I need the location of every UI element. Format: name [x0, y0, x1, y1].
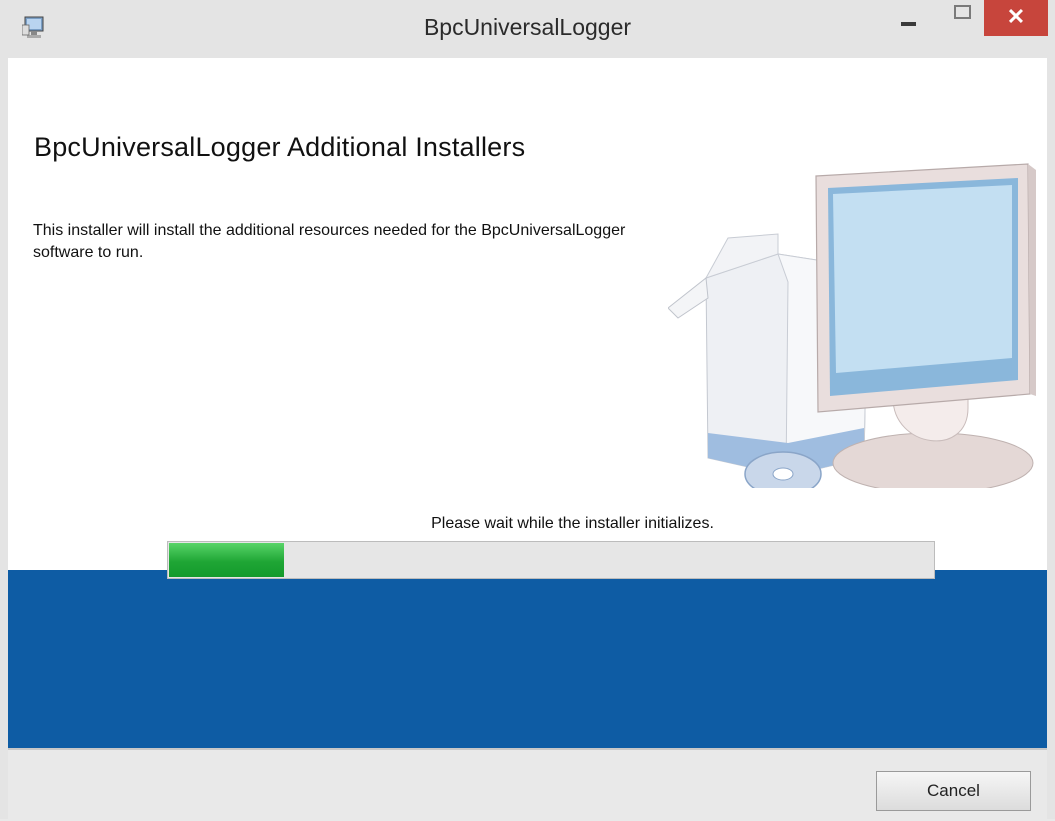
installer-content: BpcUniversalLogger Additional Installers… [8, 58, 1047, 748]
progress-fill [169, 543, 284, 577]
cancel-button[interactable]: Cancel [876, 771, 1031, 811]
page-title: BpcUniversalLogger Additional Installers [34, 132, 526, 162]
installer-description: This installer will install the addition… [33, 222, 626, 261]
minimize-button[interactable] [886, 0, 930, 36]
title-bar[interactable]: BpcUniversalLogger ✕ [0, 0, 1055, 58]
status-text: Please wait while the installer initiali… [431, 515, 714, 532]
close-icon: ✕ [1006, 4, 1026, 29]
banner-band [8, 570, 1047, 748]
progress-bar [167, 541, 935, 579]
maximize-button[interactable] [938, 0, 982, 36]
close-button[interactable]: ✕ [984, 0, 1048, 36]
computer-install-illustration [668, 163, 1036, 488]
installer-window: BpcUniversalLogger ✕ BpcUniversalLogger … [0, 0, 1055, 821]
button-footer: Cancel [8, 748, 1047, 821]
